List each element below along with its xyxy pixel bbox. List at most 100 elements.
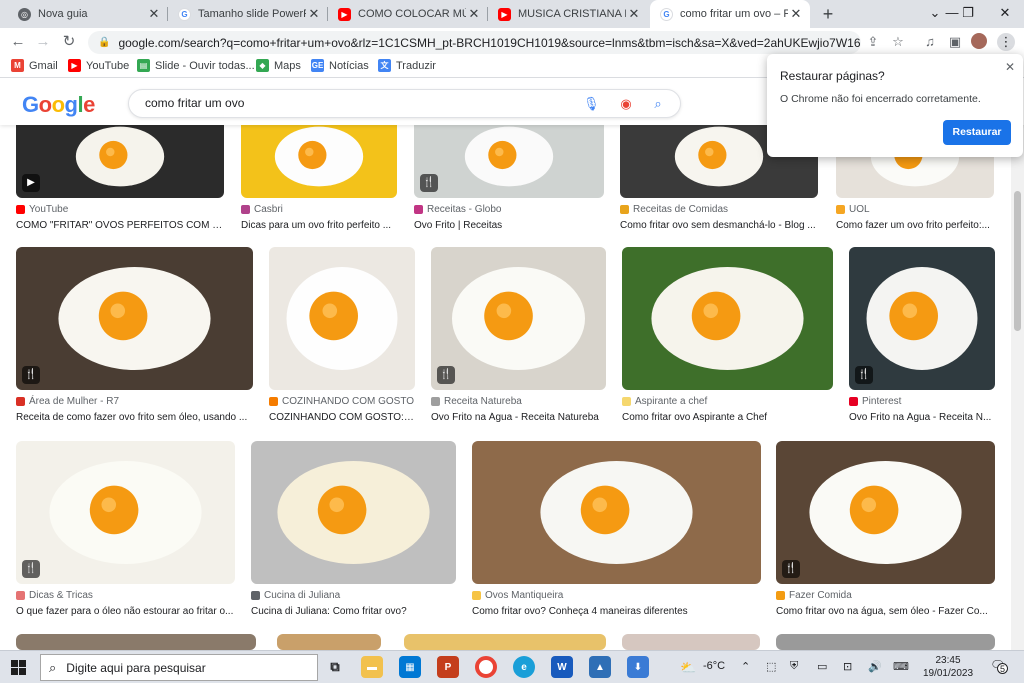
result-thumbnail[interactable] — [776, 634, 995, 650]
search-input[interactable] — [145, 96, 565, 110]
result-source[interactable]: Receitas de Comidas — [620, 204, 728, 215]
result-source[interactable]: COZINHANDO COM GOSTO — [269, 396, 414, 407]
image-result-card[interactable]: Cucina di Juliana Cucina di Juliana: Como… — [251, 441, 456, 630]
powerpoint-icon[interactable]: P — [437, 656, 459, 678]
close-tab-icon[interactable]: ✕ — [146, 6, 162, 22]
volume-icon[interactable]: 🔊 — [868, 660, 882, 673]
result-source[interactable]: Fazer Comida — [776, 590, 852, 601]
result-thumbnail[interactable]: 🍴 — [431, 247, 606, 390]
image-result-card[interactable]: 🍴 Receitas - Globo Ovo Frito | Receitas — [414, 115, 604, 244]
result-title[interactable]: Cucina di Juliana: Como fritar ovo? — [251, 606, 456, 617]
result-source[interactable]: Pinterest — [849, 396, 901, 407]
result-thumbnail[interactable]: 🍴 — [16, 247, 253, 390]
result-title[interactable]: Ovo Frito | Receitas — [414, 220, 604, 231]
result-thumbnail[interactable] — [241, 115, 397, 198]
edge-icon[interactable]: e — [513, 656, 535, 678]
result-source[interactable]: Aspirante a chef — [622, 396, 707, 407]
address-url[interactable]: google.com/search?q=como+fritar+um+ovo&r… — [118, 36, 861, 50]
close-tab-icon[interactable]: ✕ — [626, 6, 642, 22]
tab-como-colocar-musica[interactable]: ▶ COMO COLOCAR MÚSICA ✕ — [328, 0, 488, 28]
keyboard-icon[interactable]: ⌨ — [893, 660, 909, 673]
side-panel-icon[interactable]: ▣ — [946, 33, 964, 51]
taskbar-search-box[interactable]: ⌕ Digite aqui para pesquisar — [40, 654, 318, 681]
image-result-card[interactable]: COZINHANDO COM GOSTO COZINHANDO COM GOSTO… — [269, 247, 415, 436]
close-window-button[interactable]: ✕ — [990, 3, 1020, 23]
page-scrollbar[interactable] — [1011, 79, 1024, 650]
result-title[interactable]: COZINHANDO COM GOSTO: C... — [269, 412, 415, 423]
tab-tamanho-slide[interactable]: G Tamanho slide PowerPoint ✕ — [168, 0, 328, 28]
bookmark-traduzir[interactable]: 文 Traduzir — [378, 59, 436, 72]
result-thumbnail[interactable]: ▶ — [16, 115, 224, 198]
bookmark-star-icon[interactable]: ☆ — [889, 33, 907, 51]
result-thumbnail[interactable] — [622, 634, 760, 650]
task-view-icon[interactable]: ⧉ — [324, 656, 346, 678]
image-result-card[interactable]: Ovos Mantiqueira Como fritar ovo? Conheça… — [472, 441, 761, 630]
result-thumbnail[interactable] — [622, 247, 833, 390]
result-thumbnail[interactable] — [251, 441, 456, 584]
result-title[interactable]: Ovo Frito na Água - Receita Natureba — [431, 412, 606, 423]
result-source[interactable]: YouTube — [16, 204, 68, 215]
new-tab-button[interactable]: + — [818, 4, 838, 24]
chrome-menu-icon[interactable]: ⋮ — [997, 33, 1015, 51]
word-icon[interactable]: W — [551, 656, 573, 678]
image-result-card[interactable]: 🍴 Pinterest Ovo Frito na Água - Receita N.… — [849, 247, 995, 436]
notification-center-icon[interactable]: 🗨 5 — [990, 658, 1008, 676]
result-title[interactable]: Ovo Frito na Água - Receita N... — [849, 412, 995, 423]
result-thumbnail[interactable] — [16, 634, 256, 650]
result-source[interactable]: Dicas & Tricas — [16, 590, 93, 601]
voice-search-icon[interactable]: 🎙 — [583, 96, 600, 112]
result-title[interactable]: Como fazer um ovo frito perfeito:... — [836, 220, 994, 231]
bookmark-slide[interactable]: ▤ Slide - Ouvir todas... — [137, 59, 255, 72]
restore-button[interactable]: ❐ — [953, 3, 983, 23]
result-source[interactable]: Receita Natureba — [431, 396, 522, 407]
bookmark-gmail[interactable]: M Gmail — [11, 59, 58, 72]
image-result-card[interactable]: 🍴 Fazer Comida Como fritar ovo na água, se… — [776, 441, 995, 630]
address-bar[interactable]: 🔒 google.com/search?q=como+fritar+um+ovo… — [88, 31, 861, 54]
result-title[interactable]: Como fritar ovo? Conheça 4 maneiras dife… — [472, 606, 761, 617]
result-thumbnail[interactable]: 🍴 — [16, 441, 235, 584]
security-icon[interactable]: ⛨ — [790, 660, 798, 673]
search-box[interactable]: 🎙 ◉ ⌕ — [128, 89, 681, 118]
photos-icon[interactable]: ▲ — [589, 656, 611, 678]
result-title[interactable]: Como fritar ovo na água, sem óleo - Faze… — [776, 606, 995, 617]
image-result-card[interactable]: ▶ YouTube COMO "FRITAR" OVOS PERFEITOS COM… — [16, 115, 224, 244]
tab-como-fritar-um-ovo[interactable]: G como fritar um ovo – Pesquisa ✕ — [650, 0, 810, 28]
result-title[interactable]: COMO "FRITAR" OVOS PERFEITOS COM ÁG... — [16, 220, 224, 231]
result-title[interactable]: Dicas para um ovo frito perfeito ... — [241, 220, 397, 231]
result-thumbnail[interactable]: 🍴 — [414, 115, 604, 198]
image-search-icon[interactable]: ◉ — [618, 96, 634, 112]
bookmark-maps[interactable]: ◆ Maps — [256, 59, 301, 72]
close-tab-icon[interactable]: ✕ — [788, 6, 804, 22]
result-title[interactable]: Receita de como fazer ovo frito sem óleo… — [16, 412, 253, 423]
image-result-card[interactable]: Aspirante a chef Como fritar ovo Aspirant… — [622, 247, 833, 436]
close-tab-icon[interactable]: ✕ — [306, 6, 322, 22]
image-result-card[interactable]: 🍴 Área de Mulher - R7 Receita de como faze… — [16, 247, 253, 436]
bookmark-noticias[interactable]: GE Notícias — [311, 59, 369, 72]
search-icon[interactable]: ⌕ — [650, 96, 666, 112]
close-icon[interactable]: ✕ — [1005, 60, 1015, 74]
result-thumbnail[interactable] — [269, 247, 415, 390]
scrollbar-thumb[interactable] — [1014, 191, 1021, 331]
result-thumbnail[interactable] — [472, 441, 761, 584]
windows-start-icon[interactable] — [11, 660, 26, 675]
result-source[interactable]: Casbri — [241, 204, 283, 215]
display-icon[interactable]: ▭ — [817, 660, 827, 673]
back-button[interactable]: ← — [8, 32, 28, 52]
image-result-card[interactable]: 🍴 Receita Natureba Ovo Frito na Água - Rec… — [431, 247, 606, 436]
taskbar-clock[interactable]: 23:45 19/01/2023 — [918, 654, 978, 680]
result-source[interactable]: Receitas - Globo — [414, 204, 501, 215]
weather-temperature[interactable]: -6°C — [703, 660, 725, 672]
result-title[interactable]: O que fazer para o óleo não estourar ao … — [16, 606, 235, 617]
download-icon[interactable]: ⬇ — [627, 656, 649, 678]
profile-avatar[interactable] — [971, 33, 987, 49]
result-source[interactable]: Área de Mulher - R7 — [16, 396, 119, 407]
media-control-icon[interactable]: ♫ — [921, 33, 939, 51]
store-icon[interactable]: ▦ — [399, 656, 421, 678]
result-thumbnail[interactable] — [277, 634, 381, 650]
share-icon[interactable]: ⇪ — [864, 33, 882, 51]
file-explorer-icon[interactable]: ▬ — [361, 656, 383, 678]
google-logo[interactable]: Google — [22, 92, 95, 118]
forward-button[interactable]: → — [33, 32, 53, 52]
result-thumbnail[interactable] — [404, 634, 606, 650]
close-tab-icon[interactable]: ✕ — [466, 6, 482, 22]
